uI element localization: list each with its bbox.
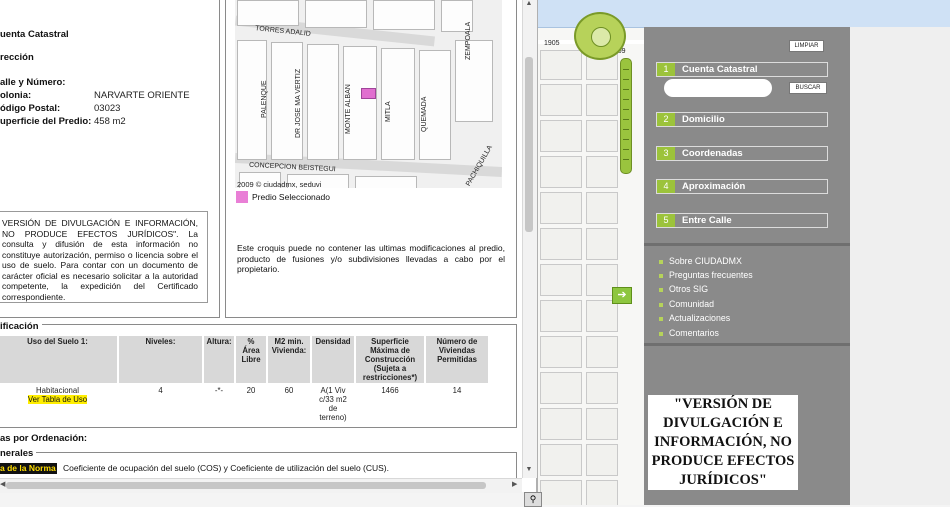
option-number: 3 [657, 147, 675, 160]
label-codigo-postal: ódigo Postal: [0, 103, 61, 114]
col-altura: Altura: [204, 336, 234, 383]
option-number: 4 [657, 180, 675, 193]
value-colonia: NARVARTE ORIENTE [94, 90, 190, 101]
col-area-libre: % Área Libre [236, 336, 266, 383]
norms-subtitle: nerales [0, 448, 37, 459]
divider [644, 343, 850, 346]
option-entre-calle[interactable]: 5 Entre Calle [656, 213, 828, 228]
scroll-thumb[interactable] [525, 57, 533, 232]
selected-parcel[interactable] [361, 88, 376, 99]
zoning-title: ificación [0, 321, 42, 332]
compass-icon [591, 27, 611, 47]
col-niveles: Niveles: [119, 336, 202, 383]
cell-uso: Habitacional Ver Tabla de Uso [27, 386, 88, 404]
col-densidad: Densidad [312, 336, 354, 383]
search-button[interactable]: BUSCAR [789, 82, 827, 94]
link-comunidad[interactable]: Comunidad [659, 299, 714, 310]
option-number: 1 [657, 63, 675, 76]
scroll-left-icon[interactable]: ◀ [0, 478, 10, 492]
table-row: Habitacional Ver Tabla de Uso 4 -*- 20 6… [0, 385, 488, 423]
street-label: PALENQUE [261, 80, 268, 118]
legal-notice: VERSIÓN DE DIVULGACIÓN E INFORMACIÓN, NO… [2, 218, 198, 302]
pan-control[interactable] [574, 12, 626, 60]
cell-altura: -*- [214, 386, 224, 395]
col-superficie: Superficie Máxima de Construcción (Sujet… [356, 336, 424, 383]
street-label: QUEMADA [421, 96, 428, 132]
legend-label: Predio Seleccionado [252, 192, 330, 202]
option-cuenta-catastral[interactable]: 1 Cuenta Catastral [656, 62, 828, 77]
norm-link-button[interactable]: a de la Norma [0, 463, 57, 474]
label-calle: alle y Número: [0, 77, 66, 88]
cell-area-libre: 20 [246, 386, 256, 395]
link-sobre[interactable]: Sobre CIUDADMX [659, 256, 742, 267]
divider [644, 243, 850, 246]
heading-direccion: rección [0, 52, 34, 63]
sketch-note: Este croquis puede no contener las ultim… [237, 243, 505, 274]
link-comentarios[interactable]: Comentarios [659, 328, 719, 339]
heading-cuenta: uenta Catastral [0, 29, 69, 40]
clear-button[interactable]: LIMPIAR [789, 40, 824, 52]
label-superficie: uperficie del Predio: [0, 116, 92, 127]
scroll-up-icon[interactable]: ▲ [522, 0, 536, 12]
option-coordenadas[interactable]: 3 Coordenadas [656, 146, 828, 161]
link-preguntas[interactable]: Preguntas frecuentes [659, 270, 753, 281]
cell-superficie: 1466 [381, 386, 399, 395]
zoom-slider[interactable] [620, 58, 632, 174]
value-superficie: 458 m2 [94, 116, 126, 127]
street-label: DR JOSE MA VERTIZ [295, 68, 302, 138]
cell-densidad: A(1 Viv c/33 m2 de terreno) [319, 386, 347, 422]
option-aproximacion[interactable]: 4 Aproximación [656, 179, 828, 194]
col-uso: Uso del Suelo 1: [0, 336, 117, 383]
norm-description: Coeficiente de ocupación del suelo (COS)… [63, 463, 390, 473]
scroll-right-icon[interactable]: ▶ [512, 478, 522, 492]
value-codigo-postal: 03023 [94, 103, 121, 114]
street-number: 1905 [544, 40, 560, 47]
legal-disclaimer: "VERSIÓN DE DIVULGACIÓN E INFORMACIÓN, N… [648, 395, 798, 490]
norms-title: as por Ordenación: [0, 433, 88, 444]
link-otros-sig[interactable]: Otros SIG [659, 284, 708, 295]
scroll-down-icon[interactable]: ▼ [522, 466, 536, 478]
panel-edge [850, 27, 950, 505]
expand-arrow-icon[interactable]: ➔ [612, 287, 632, 304]
legend-swatch [236, 191, 248, 203]
street-label: MONTE ALBAN [345, 84, 352, 134]
option-label: Coordenadas [682, 148, 743, 159]
col-m2-vivienda: M2 min. Vivienda: [268, 336, 310, 383]
option-label: Entre Calle [682, 215, 732, 226]
link-actualizaciones[interactable]: Actualizaciones [659, 313, 730, 324]
cell-niveles: 4 [158, 386, 163, 395]
option-domicilio[interactable]: 2 Domicilio [656, 112, 828, 127]
option-label: Cuenta Catastral [682, 64, 758, 75]
street-label: ZEMPOALA [465, 21, 472, 60]
col-viviendas: Número de Viviendas Permitidas [426, 336, 488, 383]
option-label: Aproximación [682, 181, 746, 192]
zoning-table: Uso del Suelo 1: Niveles: Altura: % Área… [0, 334, 490, 425]
ver-tabla-link[interactable]: Ver Tabla de Uso [27, 395, 88, 404]
scroll-thumb[interactable] [6, 482, 486, 489]
cell-m2-vivienda: 60 [284, 386, 294, 395]
account-input[interactable] [664, 79, 772, 97]
label-colonia: olonia: [0, 90, 32, 101]
street-label: MITLA [385, 101, 392, 122]
option-number: 5 [657, 214, 675, 227]
map-copyright: 2009 © ciudadmx, seduvi [237, 180, 322, 189]
option-number: 2 [657, 113, 675, 126]
cell-viviendas: 14 [452, 386, 462, 395]
option-label: Domicilio [682, 114, 725, 125]
